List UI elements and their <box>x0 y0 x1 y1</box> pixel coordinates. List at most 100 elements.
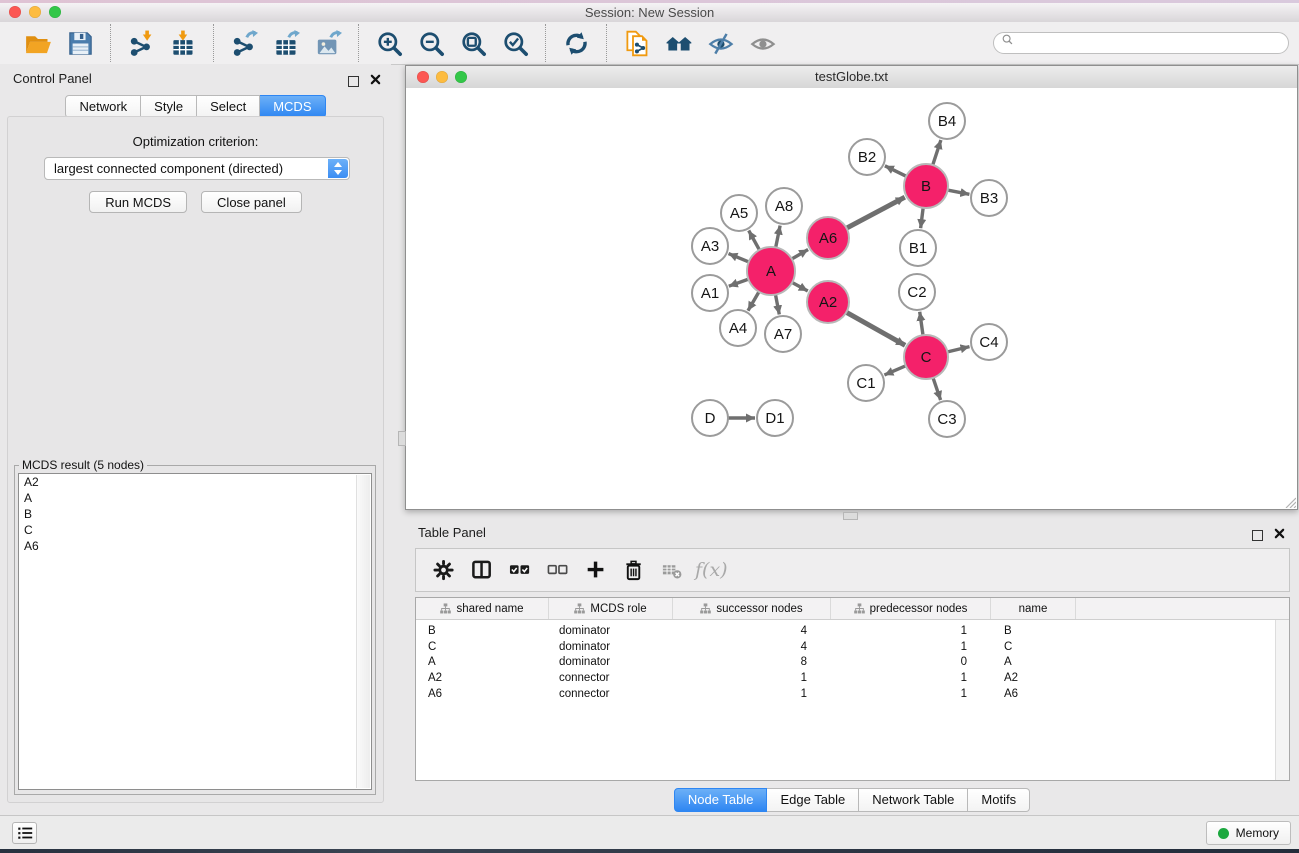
tab-node-table[interactable]: Node Table <box>674 788 768 812</box>
new-network-from-file-button[interactable] <box>616 26 658 60</box>
table-cell[interactable]: A2 <box>416 672 549 684</box>
column-header-predecessor-nodes[interactable]: predecessor nodes <box>831 598 991 619</box>
search-input[interactable] <box>1016 35 1288 51</box>
table-cell[interactable]: connector <box>549 672 673 684</box>
table-cell[interactable]: A <box>416 656 549 668</box>
table-cell[interactable]: 4 <box>673 641 831 653</box>
close-table-panel-icon[interactable] <box>1274 526 1285 544</box>
export-image-button[interactable] <box>307 26 349 60</box>
graph-edge-C-C1[interactable] <box>884 365 907 375</box>
import-network-button[interactable] <box>120 26 162 60</box>
graph-edge-B-B1[interactable] <box>921 206 924 228</box>
zoom-selected-button[interactable] <box>494 26 536 60</box>
float-panel-icon[interactable] <box>348 76 359 87</box>
memory-button[interactable]: Memory <box>1206 821 1291 845</box>
column-header-name[interactable]: name <box>991 598 1076 619</box>
tab-edge-table[interactable]: Edge Table <box>767 788 859 812</box>
graph-edge-C-C2[interactable] <box>920 312 924 337</box>
add-row-button[interactable] <box>577 553 615 587</box>
graph-node-A2[interactable]: A2 <box>807 281 849 323</box>
graph-edge-C-C3[interactable] <box>932 376 940 400</box>
graph-node-D[interactable]: D <box>692 400 728 436</box>
graph-node-C1[interactable]: C1 <box>848 365 884 401</box>
mcds-result-list[interactable]: A2ABCA6 <box>18 473 372 790</box>
mcds-result-item[interactable]: C <box>19 522 371 538</box>
mcds-result-item[interactable]: A <box>19 490 371 506</box>
resize-grip-icon[interactable] <box>1283 495 1296 508</box>
table-cell[interactable]: 1 <box>831 688 991 700</box>
column-header-shared-name[interactable]: shared name <box>416 598 549 619</box>
horizontal-divider-grip[interactable] <box>843 512 858 520</box>
graph-node-A1[interactable]: A1 <box>692 275 728 311</box>
open-file-button[interactable] <box>17 26 59 60</box>
table-cell[interactable]: C <box>991 641 1076 653</box>
network-close-icon[interactable] <box>417 71 429 83</box>
graph-node-B1[interactable]: B1 <box>900 230 936 266</box>
graph-node-B[interactable]: B <box>904 164 948 208</box>
graph-node-B4[interactable]: B4 <box>929 103 965 139</box>
tab-motifs[interactable]: Motifs <box>968 788 1030 812</box>
table-cell[interactable]: A6 <box>991 688 1076 700</box>
window-controls[interactable] <box>9 6 61 18</box>
table-settings-button[interactable] <box>425 553 463 587</box>
graph-edge-C-C4[interactable] <box>946 347 970 353</box>
graph-edge-A-A8[interactable] <box>775 226 780 250</box>
mcds-result-item[interactable]: A6 <box>19 538 371 554</box>
table-cell[interactable]: dominator <box>549 641 673 653</box>
graph-node-A8[interactable]: A8 <box>766 188 802 224</box>
graph-node-A4[interactable]: A4 <box>720 310 756 346</box>
network-minimize-icon[interactable] <box>436 71 448 83</box>
close-panel-button[interactable]: Close panel <box>201 191 302 213</box>
graph-edge-A-A6[interactable] <box>790 250 808 261</box>
minimize-window-icon[interactable] <box>29 6 41 18</box>
hide-graphics-details-button[interactable] <box>700 26 742 60</box>
float-table-panel-icon[interactable] <box>1252 530 1263 541</box>
tab-style[interactable]: Style <box>141 95 197 118</box>
zoom-out-button[interactable] <box>410 26 452 60</box>
table-scrollbar[interactable] <box>1275 620 1289 780</box>
graph-edge-A-A1[interactable] <box>729 279 751 287</box>
table-row[interactable]: Bdominator41B <box>416 623 1289 639</box>
export-table-button[interactable] <box>265 26 307 60</box>
graph-node-A3[interactable]: A3 <box>692 228 728 264</box>
table-cell[interactable]: A <box>991 656 1076 668</box>
table-cell[interactable]: 1 <box>673 688 831 700</box>
vertical-divider-grip[interactable] <box>398 431 406 446</box>
import-table-button[interactable] <box>162 26 204 60</box>
graph-edge-A-A5[interactable] <box>749 231 761 252</box>
criterion-select[interactable]: largest connected component (directed) <box>44 157 350 180</box>
export-network-button[interactable] <box>223 26 265 60</box>
graph-node-C2[interactable]: C2 <box>899 274 935 310</box>
table-cell[interactable]: connector <box>549 688 673 700</box>
table-cell[interactable]: 1 <box>831 625 991 637</box>
table-row[interactable]: Adominator80A <box>416 655 1289 671</box>
show-graphics-details-button[interactable] <box>742 26 784 60</box>
table-cell[interactable]: B <box>416 625 549 637</box>
table-cell[interactable]: dominator <box>549 625 673 637</box>
unselect-all-button[interactable] <box>539 553 577 587</box>
graph-node-A6[interactable]: A6 <box>807 217 849 259</box>
graph-node-D1[interactable]: D1 <box>757 400 793 436</box>
tab-network-table[interactable]: Network Table <box>859 788 968 812</box>
network-window-titlebar[interactable]: testGlobe.txt <box>406 66 1297 89</box>
table-cell[interactable]: 0 <box>831 656 991 668</box>
tab-mcds[interactable]: MCDS <box>260 95 325 118</box>
zoom-window-icon[interactable] <box>49 6 61 18</box>
graph-node-A5[interactable]: A5 <box>721 195 757 231</box>
graph-edge-A2-C[interactable] <box>845 311 906 345</box>
graph-node-B2[interactable]: B2 <box>849 139 885 175</box>
table-cell[interactable]: 4 <box>673 625 831 637</box>
search-box[interactable] <box>993 32 1289 54</box>
select-all-button[interactable] <box>501 553 539 587</box>
tab-select[interactable]: Select <box>197 95 260 118</box>
mcds-result-item[interactable]: B <box>19 506 371 522</box>
close-panel-icon[interactable] <box>370 72 381 90</box>
table-cell[interactable]: 1 <box>673 672 831 684</box>
network-canvas[interactable]: AA1A2A3A4A5A6A7A8BB1B2B3B4CC1C2C3C4DD1 <box>406 88 1297 509</box>
graph-edge-B-B4[interactable] <box>932 140 941 167</box>
delete-row-button[interactable] <box>615 553 653 587</box>
table-row[interactable]: A2connector11A2 <box>416 670 1289 686</box>
table-row[interactable]: Cdominator41C <box>416 639 1289 655</box>
zoom-fit-button[interactable] <box>452 26 494 60</box>
result-list-scrollbar[interactable] <box>356 475 370 788</box>
